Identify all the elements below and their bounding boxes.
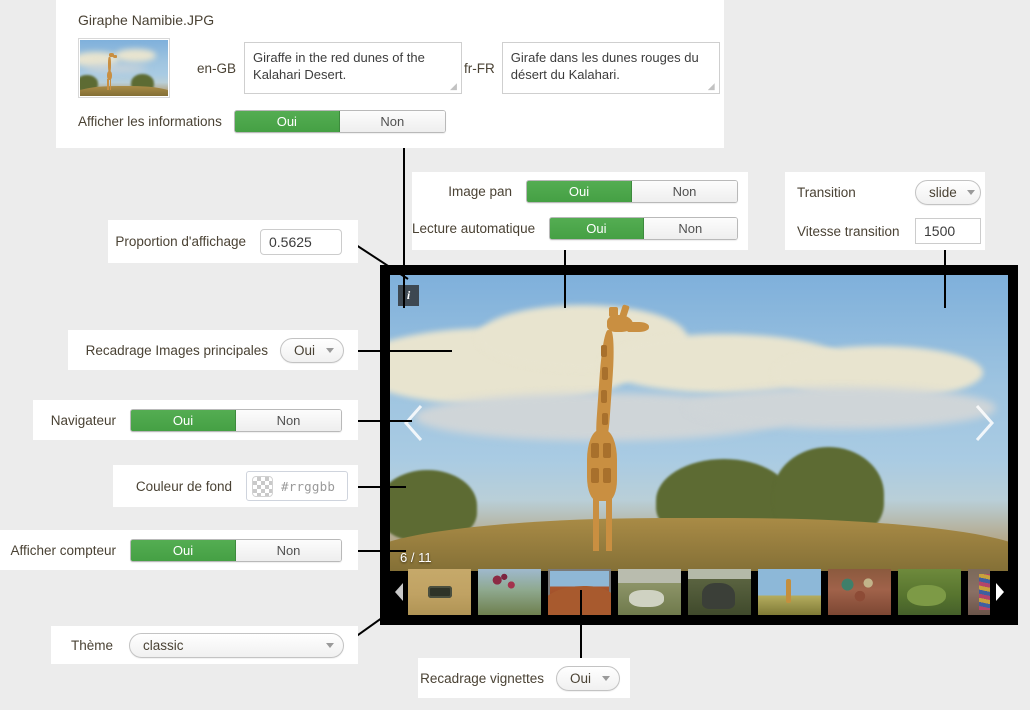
toggle-show-info-no[interactable]: Non xyxy=(339,111,445,132)
navigator-panel: Navigateur Oui Non xyxy=(33,400,358,440)
toggle-autoplay-no[interactable]: Non xyxy=(643,218,737,239)
toggle-show-counter-no[interactable]: Non xyxy=(236,539,341,561)
toggle-show-info[interactable]: Oui Non xyxy=(233,110,446,133)
file-thumbnail[interactable] xyxy=(78,38,170,98)
caption-fr-field[interactable]: Girafe dans les dunes rouges du désert d… xyxy=(501,42,720,94)
thumbnail-jeep[interactable] xyxy=(408,569,471,615)
label-autoplay: Lecture automatique xyxy=(412,221,536,236)
select-theme[interactable]: classic xyxy=(129,632,344,658)
leader-line-transition-speed xyxy=(944,248,946,308)
toggle-show-counter-yes[interactable]: Oui xyxy=(131,539,236,561)
thumbnail-elephant[interactable] xyxy=(688,569,751,615)
slideshow-stage[interactable]: i 6 / 11 xyxy=(390,275,1008,571)
select-theme-value: classic xyxy=(143,637,184,653)
label-show-info: Afficher les informations xyxy=(78,114,222,129)
triangle-left-icon[interactable] xyxy=(390,581,408,603)
background-color-panel: Couleur de fond #rrggbb xyxy=(113,465,358,507)
leader-line-crop-main xyxy=(344,350,452,352)
show-counter-panel: Afficher compteur Oui Non xyxy=(0,530,358,570)
select-crop-main[interactable]: Oui xyxy=(280,337,344,363)
thumbnail-greenery[interactable] xyxy=(898,569,961,615)
thumbnail-market[interactable] xyxy=(828,569,891,615)
input-transition-speed-value: 1500 xyxy=(924,223,956,239)
select-crop-thumbs[interactable]: Oui xyxy=(556,665,620,691)
chevron-down-icon xyxy=(602,675,610,681)
label-crop-main: Recadrage Images principales xyxy=(85,342,268,358)
file-name: Giraphe Namibie.JPG xyxy=(78,12,215,28)
caption-en-value: Giraffe in the red dunes of the Kalahari… xyxy=(253,50,425,82)
label-theme: Thème xyxy=(70,637,113,653)
locale-label-fr: fr-FR xyxy=(464,60,495,76)
label-show-counter: Afficher compteur xyxy=(10,542,116,558)
chevron-right-icon[interactable] xyxy=(966,400,1000,446)
info-icon[interactable]: i xyxy=(398,285,419,306)
toggle-autoplay[interactable]: Oui Non xyxy=(549,217,738,240)
caption-en-field[interactable]: Giraffe in the red dunes of the Kalahari… xyxy=(244,42,463,94)
thumbnail-giraffe[interactable] xyxy=(758,569,821,615)
toggle-show-info-yes[interactable]: Oui xyxy=(234,111,340,132)
triangle-right-icon[interactable] xyxy=(990,581,1008,603)
resize-grip-icon[interactable] xyxy=(450,82,460,92)
toggle-show-counter[interactable]: Oui Non xyxy=(130,538,342,562)
input-background-color[interactable]: #rrggbb xyxy=(246,471,348,501)
label-display-ratio: Proportion d'affichage xyxy=(115,234,246,249)
resize-grip-icon[interactable] xyxy=(708,82,718,92)
slideshow-widget[interactable]: i 6 / 11 xyxy=(380,265,1018,625)
toggle-navigator-no[interactable]: Non xyxy=(236,409,341,431)
toggle-navigator-yes[interactable]: Oui xyxy=(131,409,236,431)
crop-thumbs-panel: Recadrage vignettes Oui xyxy=(418,658,630,698)
label-background-color: Couleur de fond xyxy=(135,478,232,494)
thumbnail-list[interactable] xyxy=(408,569,990,615)
slide-counter: 6 / 11 xyxy=(400,550,432,565)
transition-panel: Transition slide Vitesse transition 1500 xyxy=(785,172,985,250)
label-image-pan: Image pan xyxy=(448,184,512,199)
chevron-down-icon xyxy=(326,347,334,353)
chevron-down-icon xyxy=(966,190,975,195)
select-transition[interactable]: slide xyxy=(915,180,981,205)
input-display-ratio-value: 0.5625 xyxy=(269,233,312,250)
caption-fr-value: Girafe dans les dunes rouges du désert d… xyxy=(510,50,699,82)
toggle-autoplay-yes[interactable]: Oui xyxy=(550,218,644,239)
leader-line-crop-thumbs xyxy=(580,590,582,662)
select-crop-main-value: Oui xyxy=(294,342,316,358)
input-transition-speed[interactable]: 1500 xyxy=(915,218,981,244)
locale-label-en: en-GB xyxy=(197,60,237,76)
chevron-down-icon xyxy=(326,642,334,648)
thumbnail-fabrics[interactable] xyxy=(968,569,990,615)
label-transition-speed: Vitesse transition xyxy=(797,223,900,239)
thumbnail-flowers[interactable] xyxy=(478,569,541,615)
label-crop-thumbs: Recadrage vignettes xyxy=(420,670,544,686)
select-crop-thumbs-value: Oui xyxy=(570,670,592,686)
color-swatch-icon[interactable] xyxy=(252,475,273,497)
display-ratio-panel: Proportion d'affichage 0.5625 xyxy=(108,220,358,263)
toggle-navigator[interactable]: Oui Non xyxy=(130,408,342,432)
main-photo xyxy=(390,275,1008,571)
input-display-ratio[interactable]: 0.5625 xyxy=(260,228,342,255)
metadata-row: en-GB Giraffe in the red dunes of the Ka… xyxy=(78,38,724,98)
toggle-image-pan[interactable]: Oui Non xyxy=(526,180,738,203)
leader-line-display-ratio xyxy=(350,241,412,281)
metadata-panel: Giraphe Namibie.JPG en-GB Giraffe in the… xyxy=(56,0,724,148)
playback-panel: Image pan Oui Non Lecture automatique Ou… xyxy=(412,172,748,250)
thumbnail-rocks[interactable] xyxy=(618,569,681,615)
thumbnail-strip[interactable] xyxy=(390,567,1008,617)
toggle-image-pan-no[interactable]: Non xyxy=(632,181,737,202)
toggle-image-pan-yes[interactable]: Oui xyxy=(527,181,632,202)
theme-panel: Thème classic xyxy=(51,626,358,664)
input-background-color-placeholder: #rrggbb xyxy=(281,478,336,494)
crop-main-panel: Recadrage Images principales Oui xyxy=(68,330,358,370)
select-transition-value: slide xyxy=(929,185,957,200)
chevron-left-icon[interactable] xyxy=(398,400,432,446)
leader-line-show-info xyxy=(403,148,405,308)
label-navigator: Navigateur xyxy=(50,412,116,428)
label-transition: Transition xyxy=(797,185,856,200)
